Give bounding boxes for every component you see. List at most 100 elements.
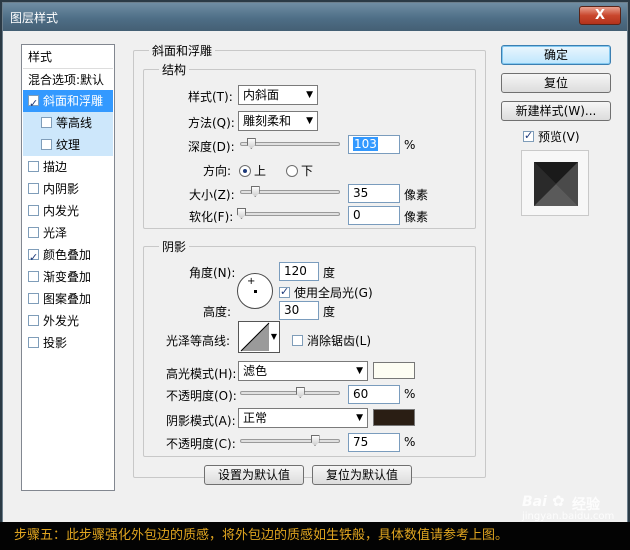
checkbox-empty-icon[interactable]	[28, 293, 39, 304]
checkbox-checked-icon	[279, 285, 290, 298]
anti-aliased-checkbox[interactable]: 消除锯齿(L)	[292, 332, 371, 349]
style-item-label: 图案叠加	[43, 292, 92, 306]
style-item[interactable]: 渐变叠加	[23, 266, 113, 288]
highlight-opacity-unit: %	[404, 387, 416, 401]
checkbox-empty-icon[interactable]	[28, 183, 39, 194]
soften-slider[interactable]	[237, 208, 340, 219]
global-light-label: 使用全局光(G)	[294, 286, 373, 300]
style-select[interactable]: 内斜面 ▼	[238, 85, 318, 105]
style-item-label: 投影	[43, 336, 68, 350]
shadow-opacity-slider[interactable]	[240, 435, 340, 446]
direction-down-label: 下	[301, 164, 314, 178]
angle-center-dot	[254, 290, 257, 293]
checkbox-empty-icon	[292, 335, 303, 346]
dropdown-arrow-icon: ▼	[306, 116, 313, 126]
checkbox-empty-icon[interactable]	[28, 271, 39, 282]
shadow-mode-value: 正常	[243, 411, 268, 425]
dialog-client: 样式 混合选项:默认 斜面和浮雕等高线纹理描边内阴影内发光光泽颜色叠加渐变叠加图…	[3, 31, 627, 522]
shadow-opacity-unit: %	[404, 435, 416, 449]
baidu-watermark: Bai ✿ 经验 jingyan.baidu.com	[522, 492, 628, 524]
bevel-preview-image	[534, 162, 578, 206]
technique-select-value: 雕刻柔和	[243, 114, 292, 128]
global-light-checkbox[interactable]: 使用全局光(G)	[279, 284, 373, 301]
depth-input[interactable]: 103	[348, 135, 400, 154]
watermark-brand: Bai	[522, 494, 547, 510]
dropdown-arrow-icon: ▼	[356, 366, 363, 376]
highlight-opacity-slider[interactable]	[240, 387, 340, 398]
style-item[interactable]: 内发光	[23, 200, 113, 222]
preview-thumbnail	[521, 150, 589, 216]
checkbox-checked-icon[interactable]	[28, 93, 39, 115]
shadow-opacity-label: 不透明度(C):	[166, 437, 236, 451]
technique-label: 方法(Q):	[188, 116, 235, 130]
checkbox-empty-icon[interactable]	[41, 117, 52, 128]
style-item-label: 光泽	[43, 226, 68, 240]
style-item[interactable]: 内阴影	[23, 178, 113, 200]
highlight-mode-value: 滤色	[243, 364, 268, 378]
checkbox-empty-icon[interactable]	[28, 205, 39, 216]
title-bar: 图层样式 X	[3, 3, 627, 31]
blending-options-item[interactable]: 混合选项:默认	[23, 68, 113, 90]
depth-label: 深度(D):	[188, 140, 235, 154]
shadow-color-swatch[interactable]	[373, 409, 415, 426]
soften-input[interactable]: 0	[348, 206, 400, 225]
dropdown-arrow-icon: ▼	[356, 413, 363, 423]
reset-button[interactable]: 复位	[501, 73, 611, 93]
style-item[interactable]: 光泽	[23, 222, 113, 244]
altitude-input[interactable]: 30	[279, 301, 319, 320]
depth-slider[interactable]	[240, 138, 340, 149]
preview-checkbox[interactable]: 预览(V)	[523, 128, 580, 145]
checkbox-empty-icon[interactable]	[28, 227, 39, 238]
checkbox-empty-icon[interactable]	[41, 139, 52, 150]
radio-selected-icon	[239, 165, 251, 177]
style-item[interactable]: 等高线	[23, 112, 113, 134]
bevel-emboss-title: 斜面和浮雕	[149, 42, 216, 59]
styles-list-header[interactable]: 样式	[23, 46, 113, 68]
direction-down-radio[interactable]: 下	[286, 162, 313, 179]
angle-dial[interactable]: +	[237, 273, 273, 309]
size-unit: 像素	[404, 188, 429, 202]
style-item[interactable]: 图案叠加	[23, 288, 113, 310]
new-style-button[interactable]: 新建样式(W)...	[501, 101, 611, 121]
direction-up-radio[interactable]: 上	[239, 162, 266, 179]
shadow-mode-select[interactable]: 正常 ▼	[238, 408, 368, 428]
ok-button[interactable]: 确定	[501, 45, 611, 65]
style-item[interactable]: 外发光	[23, 310, 113, 332]
radio-empty-icon	[286, 165, 298, 177]
shadow-opacity-input[interactable]: 75	[348, 433, 400, 452]
dropdown-arrow-icon: ▼	[306, 90, 313, 100]
angle-unit: 度	[323, 266, 336, 280]
structure-title: 结构	[159, 61, 190, 78]
make-default-button[interactable]: 设置为默认值	[204, 465, 304, 485]
preview-label: 预览(V)	[538, 130, 580, 144]
technique-select[interactable]: 雕刻柔和 ▼	[238, 111, 318, 131]
close-button[interactable]: X	[579, 6, 621, 25]
size-slider[interactable]	[240, 186, 340, 197]
style-item[interactable]: 斜面和浮雕	[23, 90, 113, 115]
highlight-opacity-input[interactable]: 60	[348, 385, 400, 404]
style-item-label: 等高线	[56, 116, 93, 130]
style-item[interactable]: 投影	[23, 332, 113, 354]
checkbox-empty-icon[interactable]	[28, 315, 39, 326]
highlight-mode-select[interactable]: 滤色 ▼	[238, 361, 368, 381]
reset-default-button[interactable]: 复位为默认值	[312, 465, 412, 485]
checkbox-empty-icon[interactable]	[28, 337, 39, 348]
shadow-mode-label: 阴影模式(A):	[166, 414, 236, 428]
style-label: 样式(T):	[188, 90, 233, 104]
style-item[interactable]: 纹理	[23, 134, 113, 156]
direction-label: 方向:	[203, 164, 232, 178]
angle-label: 角度(N):	[189, 266, 236, 280]
highlight-color-swatch[interactable]	[373, 362, 415, 379]
style-item[interactable]: 描边	[23, 156, 113, 178]
style-item-label: 渐变叠加	[43, 270, 92, 284]
style-item[interactable]: 颜色叠加	[23, 244, 113, 269]
size-input[interactable]: 35	[348, 184, 400, 203]
angle-input[interactable]: 120	[279, 262, 319, 281]
direction-up-label: 上	[254, 164, 267, 178]
depth-input-value: 103	[353, 137, 378, 151]
checkbox-checked-icon[interactable]	[28, 247, 39, 269]
soften-unit: 像素	[404, 210, 429, 224]
paw-icon: ✿	[552, 492, 565, 510]
gloss-contour-picker[interactable]: ▼	[238, 321, 280, 353]
checkbox-empty-icon[interactable]	[28, 161, 39, 172]
